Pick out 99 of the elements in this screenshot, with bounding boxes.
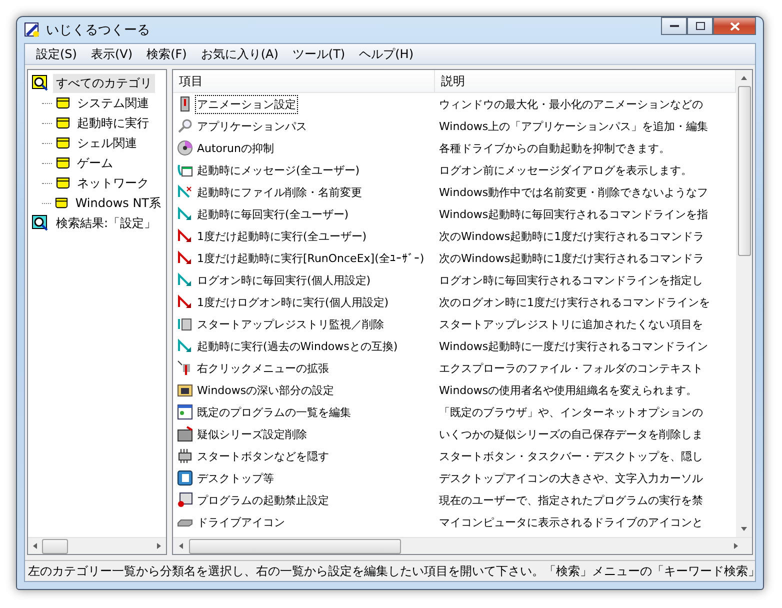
close-icon [730, 22, 740, 30]
arrow-icon [177, 272, 193, 288]
scroll-thumb[interactable] [189, 538, 401, 554]
scroll-down-icon [740, 525, 748, 533]
scroll-left-icon [177, 542, 185, 550]
list-item[interactable]: 起動時にメッセージ(全ユーザー) [195, 160, 362, 180]
chip-icon [177, 448, 193, 464]
menu-item[interactable]: 設定(S) [29, 46, 84, 62]
list-item[interactable]: プログラムの起動禁止設定 [195, 490, 331, 510]
menu-item[interactable]: お気に入り(A) [194, 46, 286, 62]
magnifier-icon [32, 215, 49, 231]
list-item[interactable]: アニメーション設定 [195, 94, 298, 114]
description-cell-text: ログオン前にメッセージダイアログを表示します。 [438, 162, 692, 178]
magnifier-icon [177, 118, 193, 134]
list-item[interactable]: スタートボタンなどを隠す [195, 446, 331, 466]
description-cell-text: Windows動作中では名前変更・削除できないようなフ [438, 184, 708, 200]
disc-icon [177, 140, 193, 156]
minimize-button[interactable] [661, 17, 687, 35]
list-item[interactable]: ログオン時に毎回実行(個人用設定) [195, 270, 373, 290]
app-icon [24, 22, 40, 38]
maximize-icon [696, 22, 704, 30]
description-cell-text: Windows上の「アプリケーションパス」を追加・編集 [438, 118, 708, 134]
vertical-scrollbar[interactable] [736, 70, 752, 537]
description-cell-text: スタートアップレジストリに追加されたくない項目を [438, 316, 703, 332]
menu-item[interactable]: ツール(T) [285, 46, 352, 62]
context-menu-icon [177, 360, 193, 376]
list-item[interactable]: 起動時にファイル削除・名前変更 [195, 182, 364, 202]
folder-icon [56, 137, 70, 149]
description-cell-text: ログオン時に毎回実行されるコマンドラインを指定し [438, 272, 703, 288]
column-header[interactable]: 項目 [173, 70, 435, 92]
list-item[interactable]: ドライブアイコン [195, 512, 287, 532]
list-item[interactable]: 起動時に毎回実行(全ユーザー) [195, 204, 351, 224]
description-cell-text: 「既定のブラウザ」や、インターネットオプションの [438, 404, 703, 420]
menu-item[interactable]: ヘルプ(H) [352, 46, 420, 62]
list-item[interactable]: Autorunの抑制 [195, 138, 276, 158]
list-item[interactable]: 1度だけ起動時に実行[RunOnceEx](全ﾕｰｻﾞｰ) [195, 248, 426, 268]
description-cell-text: マイコンピュータに表示されるドライブのアイコンと [438, 514, 703, 530]
folder-icon [56, 157, 70, 169]
message-window-icon [177, 162, 193, 178]
folder-icon [56, 177, 70, 189]
arrow-delete-icon [177, 184, 193, 200]
description-cell-text: 各種ドライブからの自動起動を抑制できます。 [438, 140, 670, 156]
description-cell-text: ウィンドウの最大化・最小化のアニメーションなどの [438, 96, 703, 112]
horizontal-scrollbar[interactable] [173, 537, 752, 554]
list-item[interactable]: 疑似シリーズ設定削除 [195, 424, 309, 444]
scroll-thumb[interactable] [42, 538, 68, 554]
description-cell-text: 次のWindows起動時に1度だけ実行されるコマンドラ [438, 228, 704, 244]
arrow-icon [177, 206, 193, 222]
scroll-up-icon [740, 74, 748, 82]
window-title: いじくるつくーる [46, 22, 151, 39]
status-text: 左のカテゴリー一覧から分類名を選択し、右の一覧から設定を編集したい項目を開いて下さい。「検索」メニューの「キーワード検索」 [28, 562, 760, 580]
description-cell-text: スタートボタン・タスクバー・デスクトップを、隠し [438, 448, 703, 464]
program-list-icon [177, 404, 193, 420]
horizontal-scrollbar[interactable] [28, 537, 166, 554]
list-item[interactable]: 1度だけ起動時に実行(全ユーザー) [195, 226, 369, 246]
magnifier-icon [32, 75, 49, 91]
description-cell-text: 次のWindows起動時に1度だけ実行されるコマンドラ [438, 250, 704, 266]
tree-item[interactable]: 検索結果:「設定」 [53, 214, 160, 232]
description-cell-text: デスクトップアイコンの大きさや、文字入力カーソル [438, 470, 703, 486]
description-cell-text: 次のログオン時に1度だけ実行されるコマンドラインを [438, 294, 710, 310]
folder-icon [56, 97, 70, 109]
tree-item[interactable]: ゲーム [74, 154, 116, 172]
list-item[interactable]: 既定のプログラムの一覧を編集 [195, 402, 353, 422]
description-cell-text: いくつかの疑似シリーズの自己保存データを削除しま [438, 426, 703, 442]
list-item[interactable]: スタートアップレジストリ監視／削除 [195, 314, 386, 334]
description-cell-text: エクスプローラのファイル・フォルダのコンテキスト [438, 360, 703, 376]
close-button[interactable] [713, 17, 756, 35]
description-cell-text: Windowsの使用者名や使用組織名を変えられます。 [438, 382, 698, 398]
list-item[interactable]: デスクトップ等 [195, 468, 276, 488]
menu-item[interactable]: 検索(F) [140, 46, 194, 62]
scroll-thumb[interactable] [738, 86, 750, 256]
arrow-icon [177, 250, 193, 266]
tree-item[interactable]: 起動時に実行 [74, 114, 152, 132]
folder-window-icon [177, 382, 193, 398]
description-cell-text: Windows起動時に一度だけ実行されるコマンドライン [438, 338, 708, 354]
list-item[interactable]: アプリケーションパス [195, 116, 309, 136]
list-item[interactable]: Windowsの深い部分の設定 [195, 380, 336, 400]
description-cell-text: 現在のユーザーで、指定されたプログラムの実行を禁 [438, 492, 703, 508]
arrow-icon [177, 294, 193, 310]
maximize-button[interactable] [687, 17, 713, 35]
tree-item[interactable]: シェル関連 [74, 134, 140, 152]
list-item[interactable]: 起動時に実行(過去のWindowsとの互換) [195, 336, 400, 356]
scroll-right-icon [155, 542, 163, 550]
description-cell-text: Windows起動時に毎回実行されるコマンドラインを指 [438, 206, 708, 222]
scroll-left-icon [31, 542, 39, 550]
tree-item[interactable]: Windows NT系 [72, 194, 164, 212]
scroll-right-icon [732, 542, 740, 550]
folder-icon [56, 117, 70, 129]
arrow-icon [177, 228, 193, 244]
list-item[interactable]: 1度だけログオン時に実行(個人用設定) [195, 292, 391, 312]
tree-item[interactable]: ネットワーク [74, 174, 152, 192]
tree-item[interactable]: システム関連 [74, 94, 152, 112]
desktop-icon [177, 470, 193, 486]
folder-icon [55, 197, 68, 209]
list-item[interactable]: 右クリックメニューの拡張 [195, 358, 331, 378]
menu-item[interactable]: 表示(V) [84, 46, 140, 62]
minimize-icon [670, 24, 678, 28]
tree-item[interactable]: すべてのカテゴリ [53, 74, 155, 92]
arrow-icon [177, 338, 193, 354]
